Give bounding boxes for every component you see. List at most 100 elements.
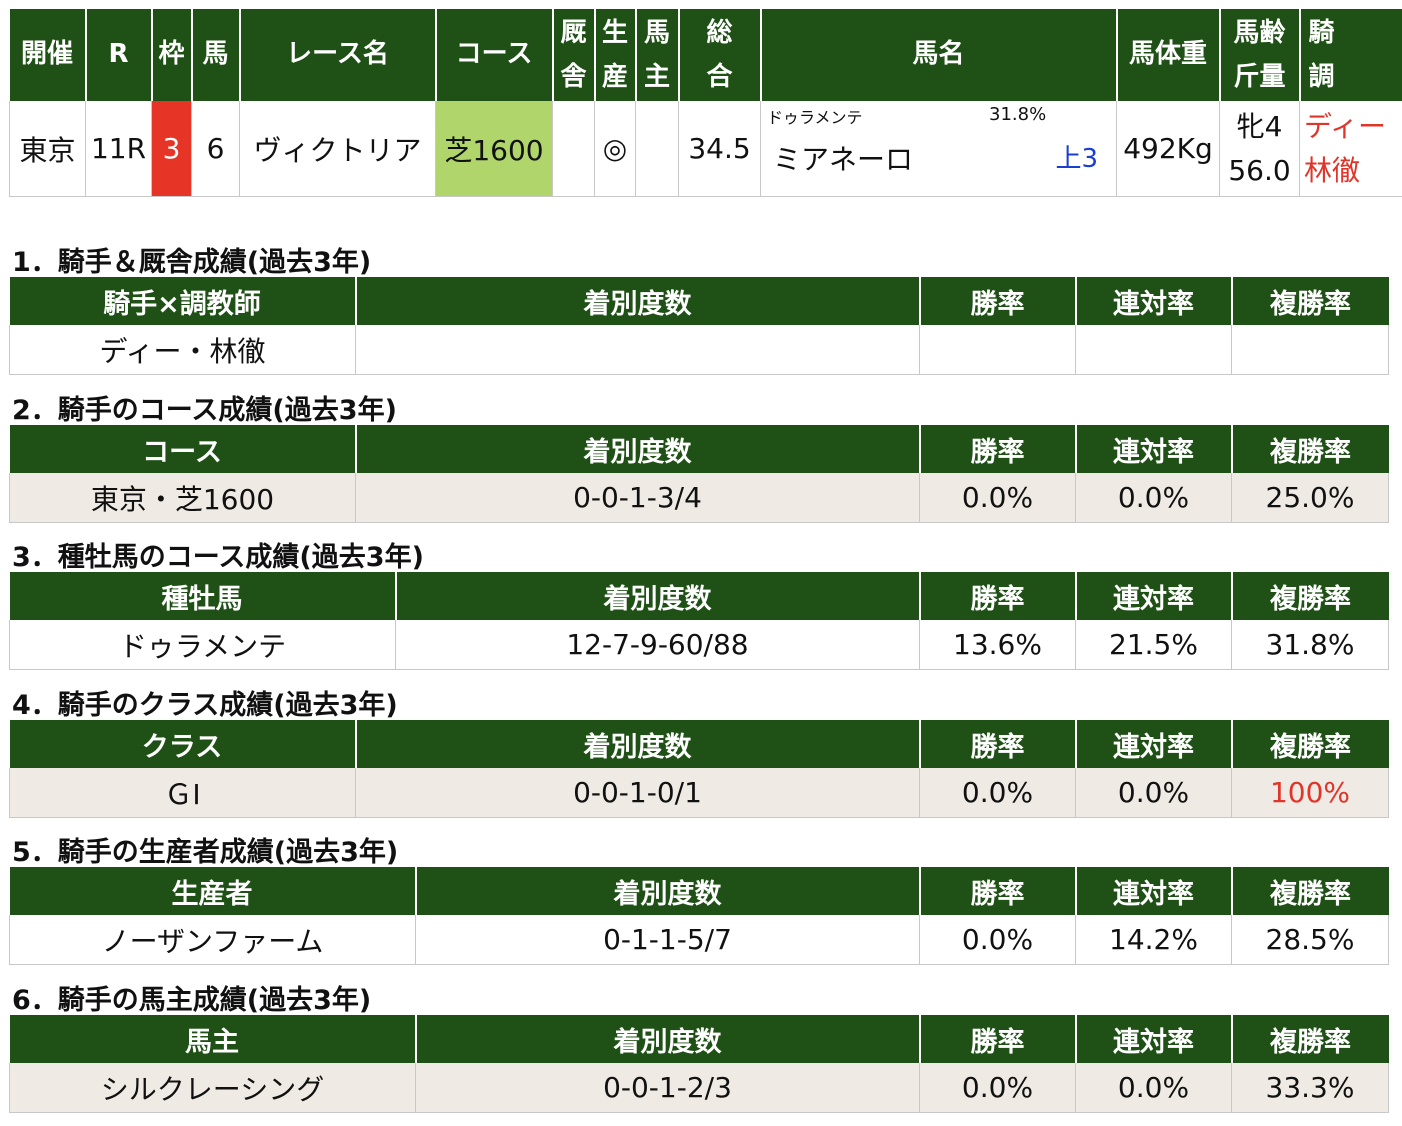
header-fukusho-rate: 複勝率 (1230, 425, 1389, 473)
header-jockey: 騎 (1308, 18, 1335, 48)
cell-umaban: 6 (191, 101, 240, 197)
header-fukusho-rate: 複勝率 (1230, 277, 1389, 325)
table-row: ドゥラメンテ 12-7-9-60/88 13.6% 21.5% 31.8% (9, 620, 1389, 670)
header-trainer: 調 (1308, 62, 1335, 92)
trainer-name[interactable]: 林徹 (1304, 149, 1402, 193)
cell-kaisai: 東京 (9, 101, 86, 197)
jockey-trainer-table: 騎手×調教師 着別度数 勝率 連対率 複勝率 ディー・林徹 (9, 277, 1389, 375)
cell-record: 0-0-1-2/3 (415, 1063, 920, 1113)
header-rentai-rate: 連対率 (1074, 867, 1232, 915)
sire-name: ドゥラメンテ (767, 108, 863, 127)
jockey-class-table: クラス 着別度数 勝率 連対率 複勝率 ＧⅠ 0-0-1-0/1 0.0% 0.… (9, 720, 1389, 818)
cell-key: シルクレーシング (9, 1063, 416, 1113)
cell-win-rate (919, 325, 1076, 375)
section-title-jockey-trainer: 1．騎手＆厩舎成績(過去3年) (12, 247, 372, 278)
cell-record: 12-7-9-60/88 (395, 620, 920, 670)
header-kyusha-top: 厩 (560, 18, 587, 48)
stat-header-row: 馬主 着別度数 勝率 連対率 複勝率 (9, 1015, 1389, 1063)
race-entry-row[interactable]: 東京 11R 3 6 ヴィクトリア 芝1600 ◎ 34.5 ドゥラメンテ 31… (9, 101, 1402, 197)
race-header-row: 開催 R 枠 馬 レース名 コース 厩 舎 生 産 馬 主 総 合 馬名 馬体重… (9, 9, 1402, 101)
header-umaban: 馬 (190, 9, 240, 101)
header-kinryo: 斤量 (1233, 62, 1286, 92)
cell-fukusho-rate: 100% (1231, 768, 1389, 818)
cell-win-rate: 0.0% (919, 473, 1076, 523)
kinryo: 56.0 (1228, 153, 1291, 187)
cell-fukusho-rate: 28.5% (1231, 915, 1389, 965)
cell-sogo: 34.5 (678, 101, 761, 197)
header-horse-name: 馬名 (759, 9, 1117, 101)
header-waku: 枠 (150, 9, 192, 101)
jockey-breeder-table: 生産者 着別度数 勝率 連対率 複勝率 ノーザンファーム 0-1-1-5/7 0… (9, 867, 1389, 965)
header-fukusho-rate: 複勝率 (1230, 720, 1389, 768)
jockey-course-table: コース 着別度数 勝率 連対率 複勝率 東京・芝1600 0-0-1-3/4 0… (9, 425, 1389, 523)
cell-rentai-rate: 0.0% (1075, 473, 1232, 523)
sire-course-table: 種牡馬 着別度数 勝率 連対率 複勝率 ドゥラメンテ 12-7-9-60/88 … (9, 572, 1389, 670)
header-age: 馬齢 (1233, 18, 1286, 48)
header-key: 馬主 (9, 1015, 416, 1063)
table-row: ＧⅠ 0-0-1-0/1 0.0% 0.0% 100% (9, 768, 1389, 818)
cell-race-name[interactable]: ヴィクトリア (239, 101, 436, 197)
header-banushi-top: 馬 (643, 18, 670, 48)
header-key: 騎手×調教師 (9, 277, 356, 325)
section-title-jockey-owner: 6．騎手の馬主成績(過去3年) (12, 985, 372, 1016)
header-rentai-rate: 連対率 (1074, 277, 1232, 325)
cell-key: ノーザンファーム (9, 915, 416, 965)
cell-course: 芝1600 (435, 101, 553, 197)
header-jockey-trainer: 騎 調 (1298, 9, 1402, 101)
stat-header-row: クラス 着別度数 勝率 連対率 複勝率 (9, 720, 1389, 768)
header-record: 着別度数 (354, 425, 920, 473)
header-rentai-rate: 連対率 (1074, 572, 1232, 620)
header-rentai-rate: 連対率 (1074, 1015, 1232, 1063)
cell-rentai-rate: 0.0% (1075, 768, 1232, 818)
header-win-rate: 勝率 (918, 720, 1076, 768)
header-seisan: 生 産 (593, 9, 636, 101)
cell-fukusho-rate (1231, 325, 1389, 375)
header-age-kinryo: 馬齢 斤量 (1218, 9, 1300, 101)
header-seisan-bottom: 産 (601, 62, 628, 92)
header-win-rate: 勝率 (918, 1015, 1076, 1063)
cell-fukusho-rate: 33.3% (1231, 1063, 1389, 1113)
header-sogo-top: 総 (706, 18, 733, 48)
header-key: コース (9, 425, 356, 473)
header-sogo: 総 合 (677, 9, 761, 101)
header-banushi: 馬 主 (634, 9, 679, 101)
horse-name-link[interactable]: ミアネーロ (773, 138, 913, 178)
cell-jockey-trainer[interactable]: ディー 林徹 (1299, 101, 1402, 197)
stat-header-row: 騎手×調教師 着別度数 勝率 連対率 複勝率 (9, 277, 1389, 325)
header-kyusha: 厩 舎 (551, 9, 595, 101)
table-row: ディー・林徹 (9, 325, 1389, 375)
cell-banushi (635, 101, 679, 197)
cell-record (355, 325, 920, 375)
header-win-rate: 勝率 (918, 425, 1076, 473)
header-fukusho-rate: 複勝率 (1230, 572, 1389, 620)
header-win-rate: 勝率 (918, 572, 1076, 620)
sex-age: 牝4 (1236, 109, 1283, 143)
stat-header-row: 種牡馬 着別度数 勝率 連対率 複勝率 (9, 572, 1389, 620)
cell-record: 0-0-1-3/4 (355, 473, 920, 523)
cell-horse[interactable]: ドゥラメンテ 31.8% ミアネーロ 上3 (760, 101, 1117, 197)
header-record: 着別度数 (394, 572, 920, 620)
header-course: コース (434, 9, 553, 101)
header-race-name: レース名 (238, 9, 436, 101)
cell-rentai-rate: 14.2% (1075, 915, 1232, 965)
header-key: 種牡馬 (9, 572, 396, 620)
jockey-name[interactable]: ディー (1304, 105, 1402, 149)
header-record: 着別度数 (354, 720, 920, 768)
jockey-owner-table: 馬主 着別度数 勝率 連対率 複勝率 シルクレーシング 0-0-1-2/3 0.… (9, 1015, 1389, 1113)
table-row: シルクレーシング 0-0-1-2/3 0.0% 0.0% 33.3% (9, 1063, 1389, 1113)
header-rentai-rate: 連対率 (1074, 720, 1232, 768)
header-fukusho-rate: 複勝率 (1230, 1015, 1389, 1063)
section-title-jockey-class: 4．騎手のクラス成績(過去3年) (12, 690, 398, 721)
header-sogo-bottom: 合 (706, 62, 733, 92)
cell-key: ＧⅠ (9, 768, 356, 818)
cell-key: ディー・林徹 (9, 325, 356, 375)
cell-win-rate: 13.6% (919, 620, 1076, 670)
cell-record: 0-0-1-0/1 (355, 768, 920, 818)
sire-rate: 31.8% (989, 104, 1047, 125)
stat-header-row: コース 着別度数 勝率 連対率 複勝率 (9, 425, 1389, 473)
section-title-sire-course: 3．種牡馬のコース成績(過去3年) (12, 542, 424, 573)
section-title-jockey-breeder: 5．騎手の生産者成績(過去3年) (12, 837, 399, 868)
cell-win-rate: 0.0% (919, 915, 1076, 965)
section-title-jockey-course: 2．騎手のコース成績(過去3年) (12, 395, 397, 426)
header-banushi-bottom: 主 (643, 62, 670, 92)
